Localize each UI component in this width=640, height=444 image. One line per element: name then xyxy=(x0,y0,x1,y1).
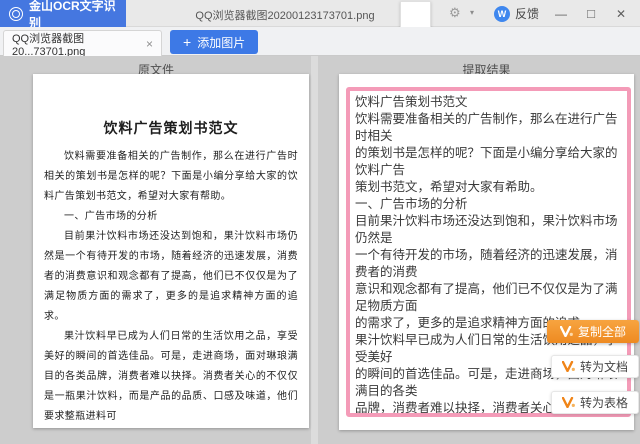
result-line[interactable]: 意识和观念都有了提高，他们已不仅仅是为了满 xyxy=(355,281,623,298)
minimize-button[interactable]: — xyxy=(546,0,576,27)
result-line[interactable]: 一个有待开发的市场，随着经济的迅速发展，消 xyxy=(355,247,623,264)
result-line[interactable]: 一、广告市场的分析 xyxy=(355,196,623,213)
image-tab-label: QQ浏览器截图20...73701.png xyxy=(12,32,86,58)
original-document-preview[interactable]: 饮料广告策划书范文 饮料需要准备相关的广告制作，那么在进行广告时相关的策划书是怎… xyxy=(33,74,309,428)
copy-all-button[interactable]: 复制全部 xyxy=(547,320,639,343)
feedback-label: 反馈 xyxy=(515,7,540,21)
main-content: 原文件 提取结果 饮料广告策划书范文 饮料需要准备相关的广告制作，那么在进行广告… xyxy=(0,56,640,444)
result-line[interactable]: 饮料广告策划书范文 xyxy=(355,94,623,111)
app-name: 金山OCR文字识别 xyxy=(29,0,116,30)
image-thumbnail-preview[interactable] xyxy=(400,1,431,28)
result-line[interactable]: 策划书范文，希望对大家有希助。 xyxy=(355,179,623,196)
settings-gear-icon[interactable]: ⚙ xyxy=(449,5,461,21)
maximize-button[interactable]: □ xyxy=(576,0,606,27)
add-image-button[interactable]: + 添加图片 xyxy=(170,30,259,54)
window-controls: — □ ✕ xyxy=(546,0,636,27)
result-line[interactable]: 费者的消费 xyxy=(355,264,623,281)
result-line[interactable]: 饮料广告 xyxy=(355,162,623,179)
result-line[interactable]: 仍然是 xyxy=(355,230,623,247)
convert-to-table-label: 转为表格 xyxy=(579,396,628,410)
document-title: 饮料广告策划书范文 xyxy=(103,122,239,137)
panel-divider[interactable] xyxy=(311,56,318,444)
feedback-button[interactable]: W 反馈 xyxy=(494,5,539,22)
app-logo-icon xyxy=(9,6,23,21)
document-paragraph: 饮料需要准备相关的广告制作，那么在进行广告时相关的策划书是怎样的呢？下面是小编分… xyxy=(44,151,298,202)
app-badge: 金山OCR文字识别 xyxy=(0,0,126,30)
copy-all-label: 复制全部 xyxy=(577,325,626,339)
convert-to-document-button[interactable]: 转为文档 xyxy=(551,355,639,378)
add-image-label: 添加图片 xyxy=(197,35,246,50)
kingsoft-v-icon xyxy=(561,397,575,408)
convert-to-document-label: 转为文档 xyxy=(579,360,628,374)
kingsoft-v-icon xyxy=(561,361,575,372)
close-button[interactable]: ✕ xyxy=(606,0,636,27)
window-title: QQ浏览器截图20200123173701.png xyxy=(195,10,375,22)
result-line[interactable]: 足物质方面 xyxy=(355,298,623,315)
feedback-w-icon: W xyxy=(494,5,510,22)
image-tab[interactable]: QQ浏览器截图20...73701.png × xyxy=(3,30,162,58)
document-paragraph: 果汁饮料早已成为人们日常的生活饮用之品，享受美好的瞬间的首选佳品。可是，走进商场… xyxy=(44,331,298,422)
result-line[interactable]: 饮料需要准备相关的广告制作，那么在进行广告 xyxy=(355,111,623,128)
tab-bar: QQ浏览器截图20...73701.png × + 添加图片 xyxy=(0,27,640,58)
document-paragraph: 目前果汁饮料市场还没达到饱和，果汁饮料市场仍然是一个有待开发的市场，随着经济的迅… xyxy=(44,231,298,322)
tab-close-icon[interactable]: × xyxy=(146,37,153,51)
convert-to-table-button[interactable]: 转为表格 xyxy=(551,391,639,414)
title-bar: 金山OCR文字识别 QQ浏览器截图20200123173701.png ⚙ ▾ … xyxy=(0,0,640,30)
plus-icon: + xyxy=(183,34,192,50)
kingsoft-v-icon xyxy=(559,326,573,337)
result-line[interactable]: 的策划书是怎样的呢？下面是小编分享给大家的 xyxy=(355,145,623,162)
result-line[interactable]: 时相关 xyxy=(355,128,623,145)
document-content: 饮料广告策划书范文 饮料需要准备相关的广告制作，那么在进行广告时相关的策划书是怎… xyxy=(44,118,298,427)
settings-dropdown-caret-icon[interactable]: ▾ xyxy=(470,8,474,17)
document-paragraph: 一、广告市场的分析 xyxy=(64,211,158,222)
result-line[interactable]: 目前果汁饮料市场还没达到饱和，果汁饮料市场 xyxy=(355,213,623,230)
